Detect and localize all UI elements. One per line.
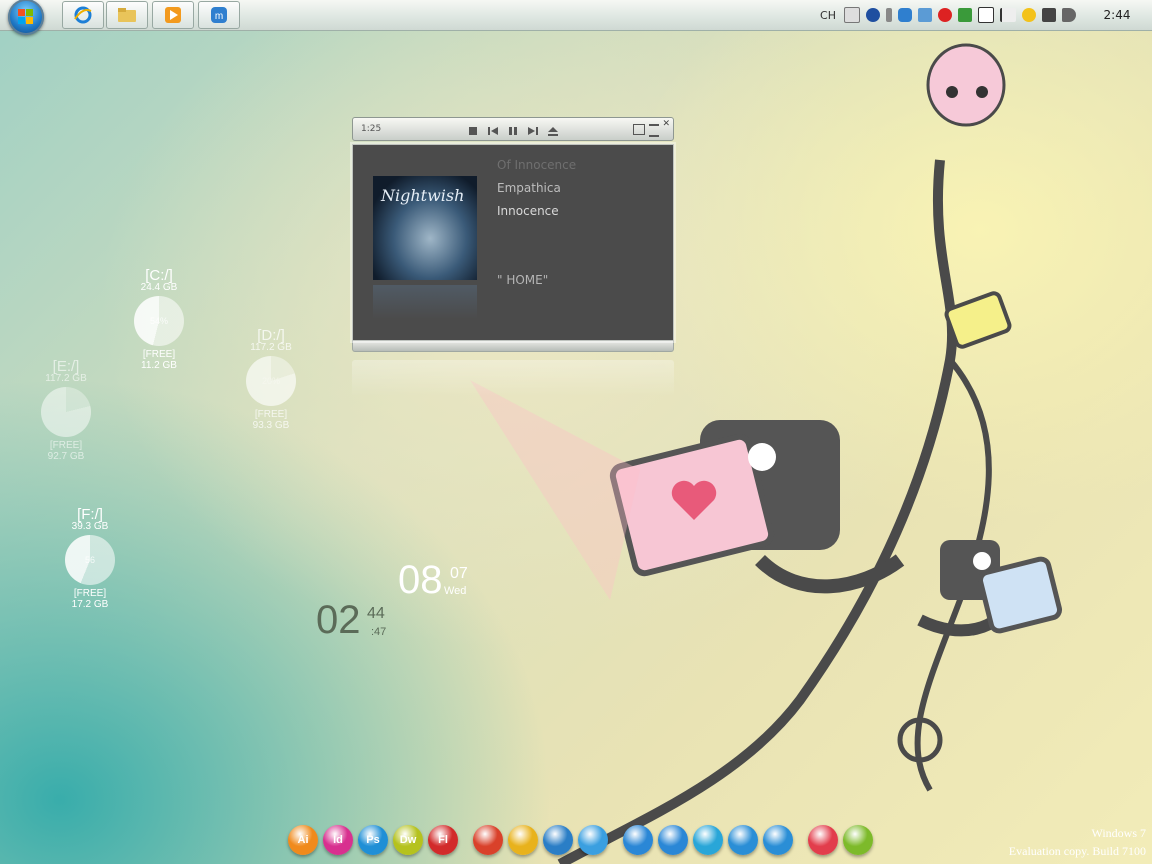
watermark-os: Windows 7 [1091, 826, 1146, 840]
player-body: Nightwish Of Innocence Empathica Innocen… [352, 144, 674, 341]
close-icon[interactable]: ✕ [662, 119, 670, 129]
next-button[interactable] [527, 122, 539, 135]
pause-button[interactable] [507, 122, 519, 135]
dock-illustrator-icon[interactable]: Ai [288, 825, 318, 855]
stop-button[interactable] [467, 122, 479, 135]
playlist-icon[interactable] [649, 124, 659, 137]
windows-watermark: Windows 7 Evaluation copy. Build 7100 [1009, 824, 1146, 860]
drive-free-label: [FREE] [142, 349, 176, 360]
drive-free-label: [FREE] [49, 440, 83, 451]
drive-free-label: [FREE] [73, 588, 107, 599]
drive-gadget-e[interactable]: [E:/] 117.2 GB [FREE] 92.7 GB [21, 359, 111, 462]
album-art-text: Nightwish [381, 186, 465, 205]
mini-mode-icon[interactable] [633, 124, 645, 135]
drive-total: 24.4 GB [140, 282, 178, 293]
dock-refresh-icon[interactable] [578, 825, 608, 855]
album-name: " HOME" [497, 273, 549, 287]
dock-firefox-icon[interactable] [473, 825, 503, 855]
dock-chrome-icon[interactable] [508, 825, 538, 855]
drive-name: [F:/] [77, 506, 103, 523]
drive-total: 39.3 GB [71, 521, 109, 532]
player-elapsed-time: 1:25 [361, 124, 382, 134]
drive-free-label: [FREE] [254, 409, 288, 420]
drive-free: 92.7 GB [47, 451, 85, 462]
drive-usage-pie: 20% [246, 356, 296, 406]
eject-button[interactable] [547, 122, 559, 136]
date-month: 07 [450, 565, 468, 582]
media-player-widget[interactable]: 1:25 ✕ Nightwish Of Innocence Empathica … [352, 117, 674, 396]
time-second: :47 [371, 626, 387, 638]
drive-gadget-f[interactable]: [F:/] 39.3 GB 56 [FREE] 17.2 GB [45, 507, 135, 610]
drive-gadget-d[interactable]: [D:/] 117.2 GB 20% [FREE] 93.3 GB [226, 328, 316, 431]
time-hour: 02 [316, 598, 361, 642]
album-art: Nightwish [373, 176, 477, 280]
dock-music-1-icon[interactable] [728, 825, 758, 855]
drive-name: [C:/] [145, 267, 173, 284]
dock-write-icon[interactable] [658, 825, 688, 855]
dock-bar: Ai Id Ps Dw Fl [288, 822, 878, 858]
date-day-number: 08 [398, 558, 443, 602]
date-weekday: Wed [444, 585, 467, 597]
previous-button[interactable] [487, 122, 499, 135]
drive-usage-pie: 56 [65, 535, 115, 585]
dock-dreamweaver-icon[interactable]: Dw [393, 825, 423, 855]
drive-usage-pie [41, 387, 91, 437]
time-minute: 44 [367, 605, 385, 622]
player-reflection [352, 360, 674, 396]
dock-mail-icon[interactable] [623, 825, 653, 855]
drive-gadget-c[interactable]: [C:/] 24.4 GB 54% [FREE] 11.2 GB [114, 268, 204, 371]
album-art-reflection [373, 285, 477, 319]
watermark-build: Evaluation copy. Build 7100 [1008, 844, 1146, 858]
dock-indesign-icon[interactable]: Id [323, 825, 353, 855]
drive-free: 17.2 GB [71, 599, 109, 610]
drive-percent: 20% [261, 376, 280, 386]
drive-usage-pie: 54% [134, 296, 184, 346]
previous-track-title[interactable]: Of Innocence [497, 158, 576, 172]
drive-name: [D:/] [257, 327, 285, 344]
dock-music-2-icon[interactable] [763, 825, 793, 855]
drive-percent: 54% [149, 316, 168, 326]
drive-total: 117.2 GB [250, 342, 292, 353]
drive-free: 11.2 GB [141, 360, 177, 371]
dock-favorite-icon[interactable] [808, 825, 838, 855]
drive-total: 117.2 GB [45, 373, 87, 384]
dock-photoshop-icon[interactable]: Ps [358, 825, 388, 855]
player-footer [352, 341, 674, 352]
artist-name: Empathica [497, 181, 561, 195]
dock-media-icon[interactable] [693, 825, 723, 855]
drive-free: 93.3 GB [252, 420, 290, 431]
dock-flash-icon[interactable]: Fl [428, 825, 458, 855]
drive-name: [E:/] [52, 358, 80, 375]
dock-settings-icon[interactable] [843, 825, 873, 855]
player-toolbar[interactable]: 1:25 ✕ [352, 117, 674, 141]
drive-percent: 56 [84, 555, 95, 565]
current-track-title: Innocence [497, 204, 559, 218]
dock-browser-icon[interactable] [543, 825, 573, 855]
